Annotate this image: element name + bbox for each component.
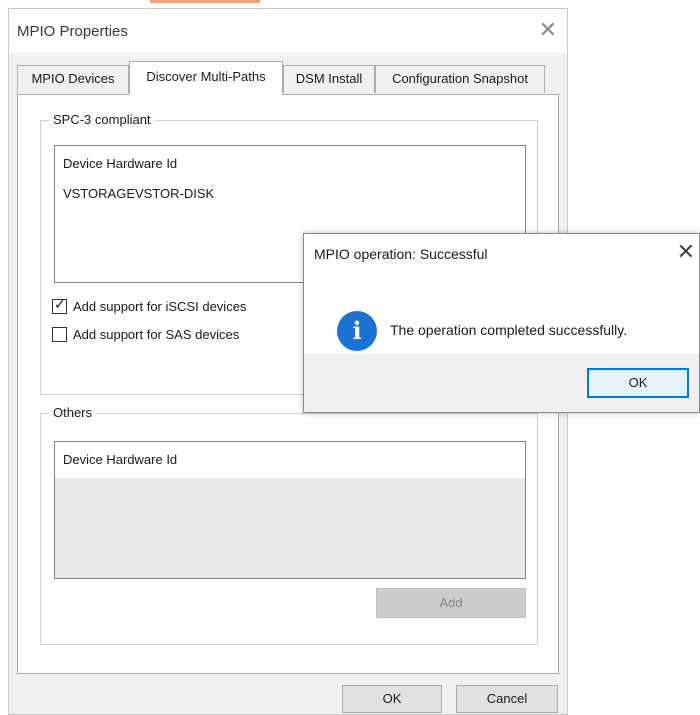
sas-checkbox-row[interactable]: Add support for SAS devices	[52, 327, 239, 342]
list-header: Device Hardware Id	[63, 452, 178, 467]
accent-strip	[150, 0, 260, 3]
tab-discover-multi-paths[interactable]: Discover Multi-Paths	[129, 61, 283, 95]
close-icon[interactable]: ✕	[677, 239, 695, 265]
tab-mpio-devices[interactable]: MPIO Devices	[17, 65, 129, 93]
tab-dsm-install[interactable]: DSM Install	[283, 65, 375, 93]
list-item[interactable]: VSTORAGEVSTOR-DISK	[63, 186, 214, 201]
iscsi-checkbox-label: Add support for iSCSI devices	[73, 299, 247, 314]
add-button[interactable]: Add	[376, 588, 526, 618]
cancel-button[interactable]: Cancel	[456, 685, 558, 713]
ok-button[interactable]: OK	[342, 685, 442, 713]
success-dialog: MPIO operation: Successful ✕ i The opera…	[303, 233, 700, 413]
iscsi-checkbox-row[interactable]: ✓ Add support for iSCSI devices	[52, 296, 247, 314]
sas-checkbox[interactable]	[52, 327, 67, 342]
title-bar: MPIO Properties ✕	[9, 9, 567, 53]
iscsi-checkbox[interactable]: ✓	[52, 296, 67, 314]
close-icon[interactable]: ✕	[539, 17, 557, 43]
dialog-footer: OK	[304, 354, 699, 412]
list-header: Device Hardware Id	[63, 156, 178, 171]
window-title: MPIO Properties	[17, 23, 128, 40]
others-device-list[interactable]: Device Hardware Id	[54, 441, 526, 579]
tab-configuration-snapshot[interactable]: Configuration Snapshot	[375, 65, 545, 93]
sas-checkbox-label: Add support for SAS devices	[73, 327, 240, 342]
checkmark-icon: ✓	[54, 296, 66, 312]
list-empty-area	[55, 478, 525, 578]
dialog-message: The operation completed successfully.	[390, 322, 628, 338]
info-icon: i	[337, 311, 377, 351]
dialog-ok-button[interactable]: OK	[587, 368, 689, 398]
dialog-title: MPIO operation: Successful	[314, 246, 488, 262]
spc3-group-label: SPC-3 compliant	[49, 112, 155, 127]
others-group-label: Others	[49, 405, 97, 420]
